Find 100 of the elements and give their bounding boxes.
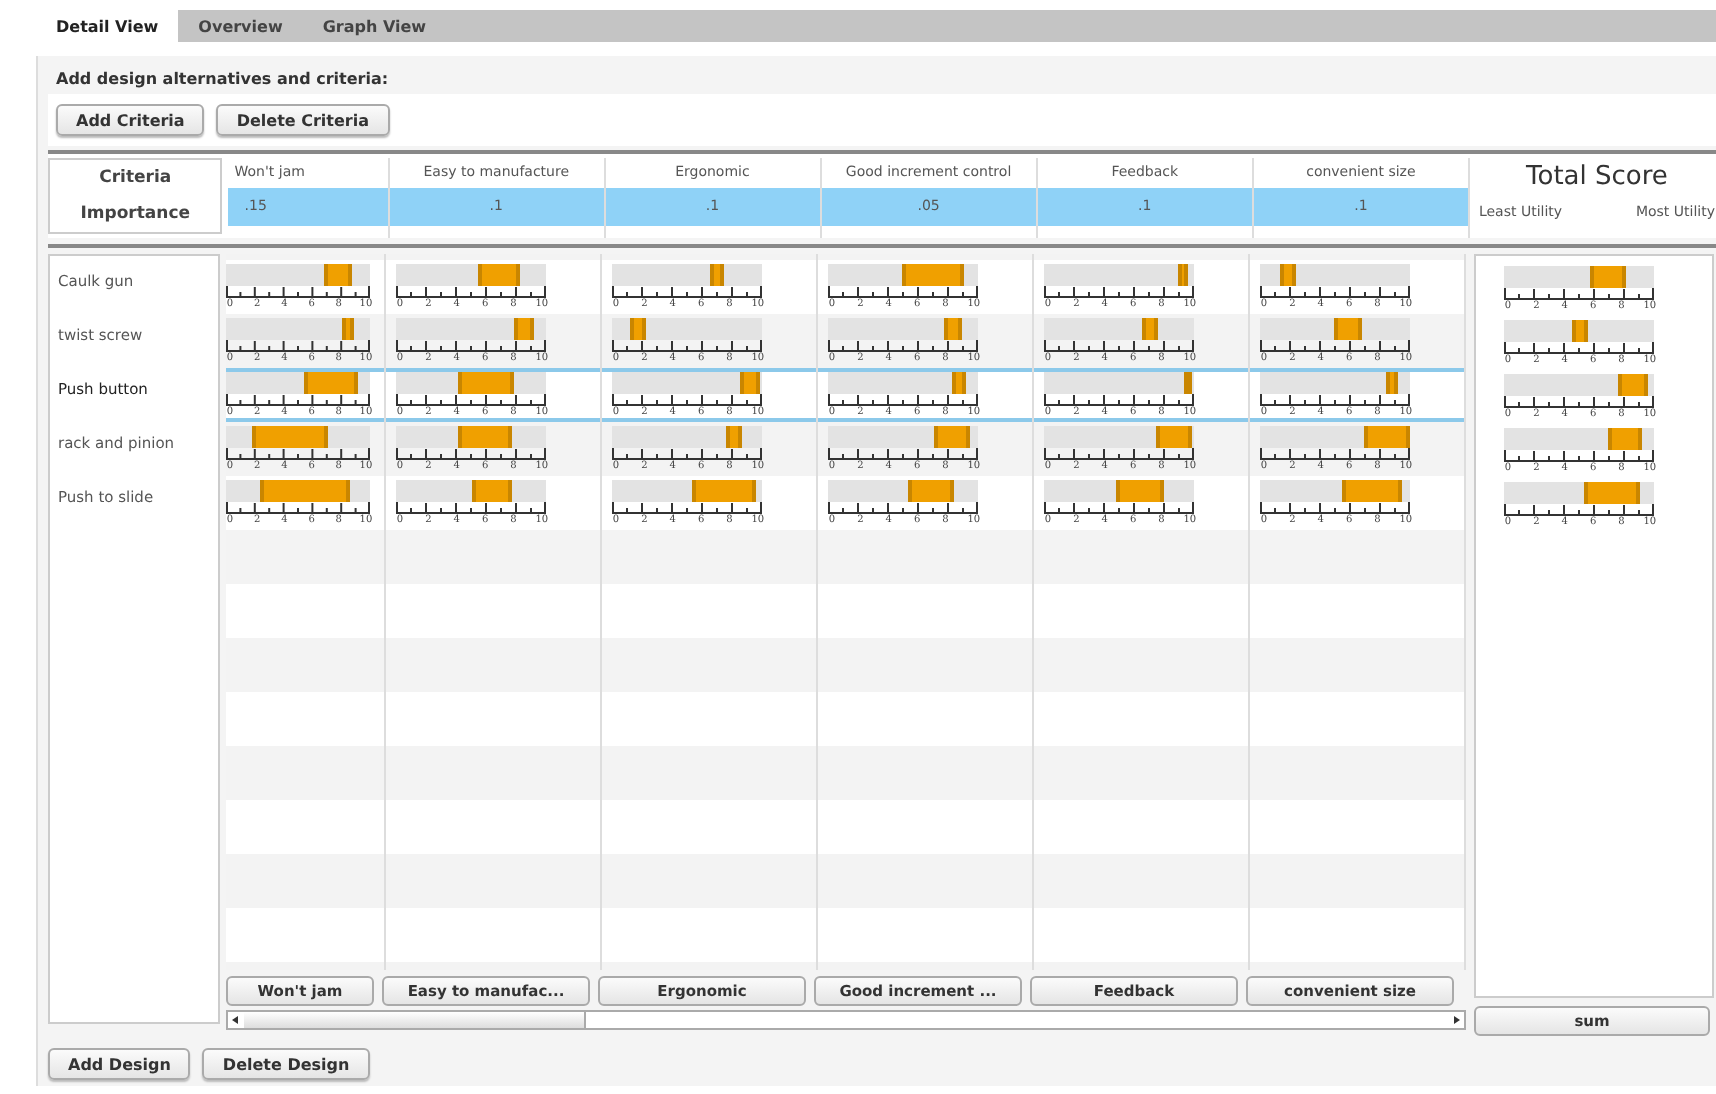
high-handle[interactable] [1291, 264, 1295, 286]
low-handle[interactable] [901, 264, 905, 286]
scroll-right-icon[interactable] [1448, 1012, 1464, 1028]
high-handle[interactable] [1154, 318, 1159, 340]
high-handle[interactable] [737, 426, 742, 448]
slider-track[interactable] [226, 480, 370, 502]
low-handle[interactable] [260, 480, 264, 502]
low-handle[interactable] [1607, 428, 1611, 450]
design-button[interactable]: Delete Design [202, 1048, 370, 1080]
slider-track[interactable] [1260, 372, 1410, 394]
slider-track[interactable] [226, 372, 370, 394]
low-handle[interactable] [934, 426, 938, 448]
low-handle[interactable] [458, 372, 463, 394]
high-handle[interactable] [1638, 428, 1643, 450]
slider-track[interactable] [1044, 372, 1194, 394]
criteria-button[interactable]: Add Criteria [56, 104, 205, 136]
low-handle[interactable] [907, 480, 911, 502]
high-handle[interactable] [515, 264, 520, 286]
slider-track[interactable] [226, 426, 370, 448]
high-handle[interactable] [1358, 318, 1363, 340]
low-handle[interactable] [1571, 320, 1575, 342]
low-handle[interactable] [1618, 374, 1623, 396]
high-handle[interactable] [508, 426, 512, 448]
slider-track[interactable] [396, 426, 546, 448]
slider-track[interactable] [396, 318, 546, 340]
low-handle[interactable] [629, 318, 634, 340]
high-handle[interactable] [324, 426, 329, 448]
slider-track[interactable] [612, 318, 762, 340]
high-handle[interactable] [1583, 320, 1587, 342]
high-handle[interactable] [719, 264, 724, 286]
slider-track[interactable] [1044, 264, 1194, 286]
high-handle[interactable] [508, 480, 512, 502]
slider-track[interactable] [612, 264, 762, 286]
low-handle[interactable] [944, 318, 949, 340]
high-handle[interactable] [1622, 266, 1626, 288]
high-handle[interactable] [641, 318, 646, 340]
slider-track[interactable] [612, 426, 762, 448]
slider-track[interactable] [828, 426, 978, 448]
low-handle[interactable] [324, 264, 329, 286]
low-handle[interactable] [1156, 426, 1160, 448]
slider-track[interactable] [612, 372, 762, 394]
tab[interactable]: Detail View [36, 10, 179, 42]
low-handle[interactable] [1385, 372, 1390, 394]
high-handle[interactable] [1184, 264, 1189, 286]
high-handle[interactable] [751, 480, 755, 502]
slider-track[interactable] [396, 480, 546, 502]
low-handle[interactable] [1142, 318, 1147, 340]
high-handle[interactable] [959, 264, 964, 286]
slider-track[interactable] [1260, 480, 1410, 502]
high-handle[interactable] [509, 372, 514, 394]
high-handle[interactable] [949, 480, 953, 502]
high-handle[interactable] [755, 372, 760, 394]
slider-track[interactable] [396, 264, 546, 286]
slider-track[interactable] [226, 318, 370, 340]
low-handle[interactable] [726, 426, 731, 448]
high-handle[interactable] [1160, 480, 1165, 502]
high-handle[interactable] [1397, 480, 1402, 502]
high-handle[interactable] [347, 264, 352, 286]
slider-track[interactable] [1260, 318, 1410, 340]
scrollbar-thumb[interactable] [244, 1012, 586, 1028]
low-handle[interactable] [691, 480, 695, 502]
low-handle[interactable] [514, 318, 518, 340]
low-handle[interactable] [342, 318, 347, 340]
slider-track[interactable] [1504, 428, 1654, 450]
high-handle[interactable] [965, 426, 970, 448]
slider-track[interactable] [612, 480, 762, 502]
slider-track[interactable] [1504, 320, 1654, 342]
slider-track[interactable] [1044, 480, 1194, 502]
low-handle[interactable] [303, 372, 308, 394]
high-handle[interactable] [346, 480, 351, 502]
low-handle[interactable] [1280, 264, 1285, 286]
high-handle[interactable] [529, 318, 533, 340]
high-handle[interactable] [350, 318, 355, 340]
low-handle[interactable] [252, 426, 257, 448]
low-handle[interactable] [472, 480, 476, 502]
low-handle[interactable] [1342, 480, 1346, 502]
high-handle[interactable] [1393, 372, 1397, 394]
criteria-button[interactable]: Delete Criteria [216, 104, 389, 136]
low-handle[interactable] [709, 264, 713, 286]
low-handle[interactable] [1583, 482, 1587, 504]
slider-track[interactable] [828, 372, 978, 394]
slider-track[interactable] [396, 372, 546, 394]
scroll-left-icon[interactable] [228, 1012, 244, 1028]
high-handle[interactable] [1187, 426, 1192, 448]
high-handle[interactable] [962, 372, 967, 394]
slider-track[interactable] [1260, 264, 1410, 286]
slider-track[interactable] [1504, 374, 1654, 396]
design-button[interactable]: Add Design [48, 1048, 191, 1080]
slider-track[interactable] [828, 480, 978, 502]
low-handle[interactable] [1178, 264, 1183, 286]
high-handle[interactable] [1405, 426, 1409, 448]
high-handle[interactable] [1187, 372, 1192, 394]
slider-track[interactable] [1504, 266, 1654, 288]
low-handle[interactable] [1333, 318, 1337, 340]
slider-track[interactable] [828, 318, 978, 340]
low-handle[interactable] [1184, 372, 1189, 394]
slider-track[interactable] [226, 264, 370, 286]
low-handle[interactable] [1590, 266, 1595, 288]
slider-track[interactable] [1504, 482, 1654, 504]
low-handle[interactable] [1115, 480, 1120, 502]
